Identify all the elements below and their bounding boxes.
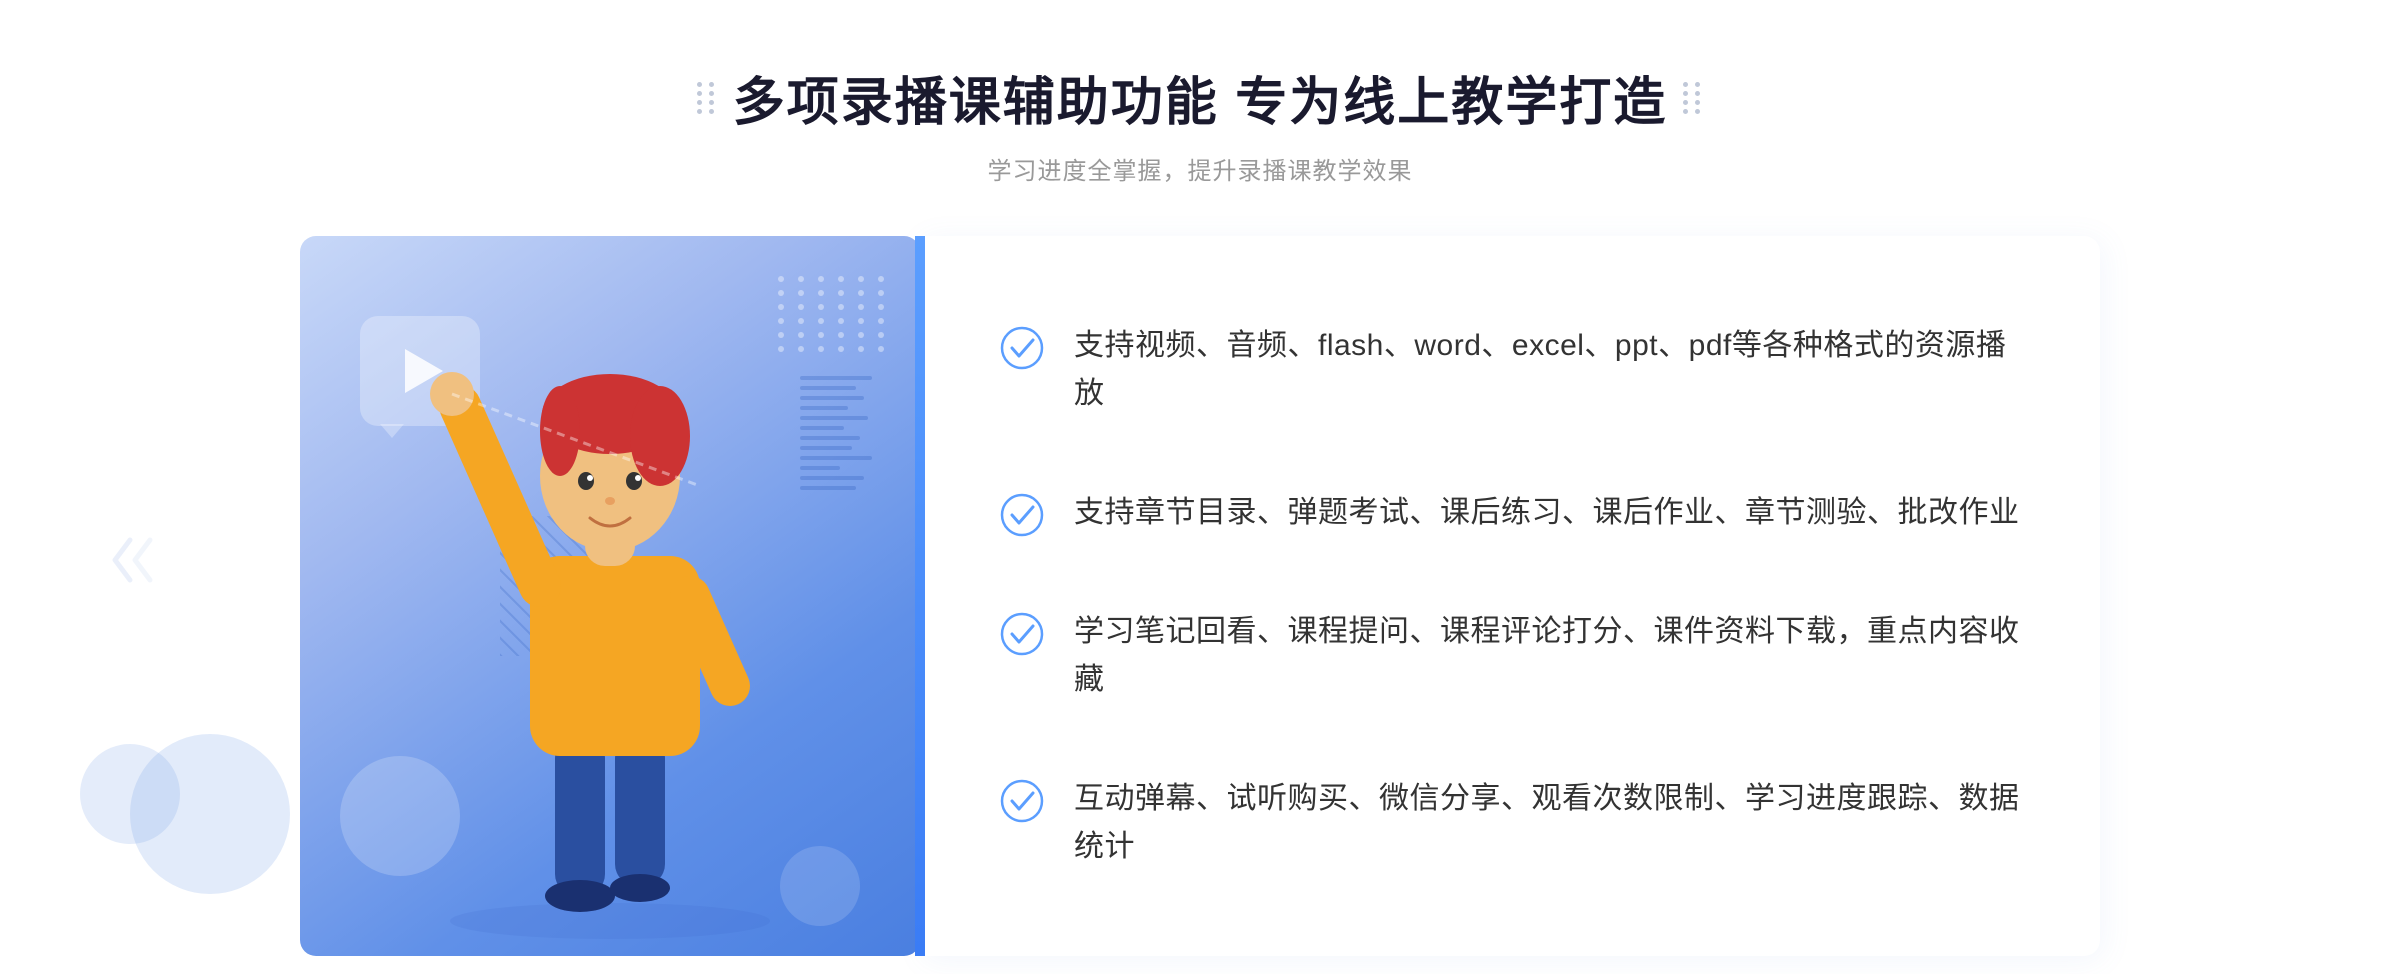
feature-item-2: 支持章节目录、弹题考试、课后练习、课后作业、章节测验、批改作业 [1000, 473, 2020, 553]
blue-accent-bar [915, 236, 925, 956]
bg-circle-small [80, 744, 180, 844]
feature-item-1: 支持视频、音频、flash、word、excel、ppt、pdf等各种格式的资源… [1000, 306, 2020, 434]
main-title: 多项录播课辅助功能 专为线上教学打造 [733, 60, 1667, 135]
decorative-dots-right [1683, 82, 1703, 114]
feature-text-1: 支持视频、音频、flash、word、excel、ppt、pdf等各种格式的资源… [1074, 322, 2020, 418]
content-area: 支持视频、音频、flash、word、excel、ppt、pdf等各种格式的资源… [300, 236, 2100, 956]
left-illustration-panel [300, 236, 920, 956]
right-features-panel: 支持视频、音频、flash、word、excel、ppt、pdf等各种格式的资源… [920, 236, 2100, 956]
page-container: 多项录播课辅助功能 专为线上教学打造 学习进度全掌握，提升录播课教学效果 [0, 0, 2400, 974]
feature-text-3: 学习笔记回看、课程提问、课程评论打分、课件资料下载，重点内容收藏 [1074, 608, 2020, 704]
feature-text-2: 支持章节目录、弹题考试、课后练习、课后作业、章节测验、批改作业 [1074, 489, 2020, 537]
feature-item-4: 互动弹幕、试听购买、微信分享、观看次数限制、学习进度跟踪、数据统计 [1000, 759, 2020, 887]
title-wrapper: 多项录播课辅助功能 专为线上教学打造 [697, 60, 1703, 135]
feature-text-4: 互动弹幕、试听购买、微信分享、观看次数限制、学习进度跟踪、数据统计 [1074, 775, 2020, 871]
outer-chevron-decoration [110, 530, 180, 595]
check-icon-2 [1000, 493, 1044, 537]
decorative-dots-left [697, 82, 717, 114]
feature-item-3: 学习笔记回看、课程提问、课程评论打分、课件资料下载，重点内容收藏 [1000, 592, 2020, 720]
check-icon-3 [1000, 612, 1044, 656]
character-illustration [300, 236, 920, 956]
check-icon-4 [1000, 779, 1044, 823]
sub-title: 学习进度全掌握，提升录播课教学效果 [697, 151, 1703, 186]
header-section: 多项录播课辅助功能 专为线上教学打造 学习进度全掌握，提升录播课教学效果 [697, 60, 1703, 186]
check-icon-1 [1000, 326, 1044, 370]
